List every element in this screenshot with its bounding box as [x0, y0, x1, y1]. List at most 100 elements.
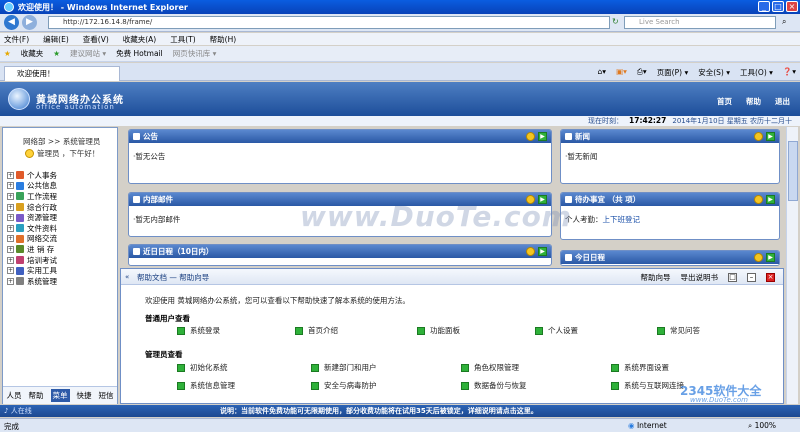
suggested-sites-link[interactable]: 建议网站 ▾: [70, 48, 106, 59]
expand-icon[interactable]: +: [7, 224, 14, 232]
close-window-button[interactable]: ×: [786, 1, 798, 12]
expand-icon[interactable]: +: [7, 171, 14, 179]
tab-shortcuts[interactable]: 快捷: [77, 390, 92, 401]
attendance-link[interactable]: 上下班登记: [603, 215, 641, 224]
tree-item[interactable]: + 进 销 存: [7, 244, 57, 255]
tree-item[interactable]: + 工作流程: [7, 191, 57, 202]
minimize-button[interactable]: _: [758, 1, 770, 12]
smile-icon: [25, 149, 34, 158]
tree-item[interactable]: + 网络交流: [7, 234, 57, 245]
hotmail-link[interactable]: 免费 Hotmail: [116, 48, 163, 59]
tools-menu[interactable]: 工具(O) ▾: [740, 67, 773, 78]
menu-favorites[interactable]: 收藏夹(A): [123, 34, 156, 45]
menu-help[interactable]: 帮助(H): [210, 34, 237, 45]
minimize-help-button[interactable]: –: [747, 273, 756, 282]
settings-icon[interactable]: [754, 195, 763, 204]
settings-icon[interactable]: [754, 253, 763, 262]
home-icon[interactable]: ⌂▾: [598, 67, 607, 78]
settings-icon[interactable]: [526, 132, 535, 141]
tree-item[interactable]: + 个人事务: [7, 170, 57, 181]
tree-item[interactable]: + 综合行政: [7, 202, 57, 213]
forward-button[interactable]: ▶: [22, 15, 37, 30]
expand-icon[interactable]: +: [7, 192, 14, 200]
expand-icon[interactable]: +: [7, 235, 14, 243]
clock: 现在时刻： 17:42:27 2014年1月10日 星期五 农历十二月十: [588, 116, 792, 126]
help-link[interactable]: 系统信息管理: [177, 380, 235, 391]
help-menu[interactable]: ❓▾: [783, 67, 796, 78]
nav-logout[interactable]: 退出: [775, 96, 790, 107]
expand-icon[interactable]: +: [7, 256, 14, 264]
tree-item[interactable]: + 公共信息: [7, 181, 57, 192]
print-icon[interactable]: ⎙▾: [637, 67, 647, 78]
expand-icon[interactable]: +: [7, 245, 14, 253]
address-input[interactable]: http://172.16.14.8/frame/: [48, 16, 610, 29]
help-link[interactable]: 个人设置: [535, 325, 578, 336]
collapse-icon[interactable]: «: [125, 273, 129, 281]
favorites-button[interactable]: 收藏夹: [21, 48, 44, 59]
app-logo-icon: [8, 88, 30, 110]
back-button[interactable]: ◀: [4, 15, 19, 30]
feeds-icon[interactable]: ▣▾: [616, 67, 627, 78]
browser-tab[interactable]: 欢迎使用！: [4, 66, 120, 81]
help-link-label: 系统登录: [190, 326, 220, 335]
expand-icon[interactable]: +: [7, 277, 14, 285]
help-link[interactable]: 初始化系统: [177, 362, 228, 373]
export-manual-button[interactable]: 导出说明书: [681, 272, 719, 283]
scroll-thumb[interactable]: [788, 141, 798, 201]
close-help-button[interactable]: ×: [766, 273, 775, 282]
help-link[interactable]: 新建部门和用户: [311, 362, 377, 373]
tree-item[interactable]: + 实用工具: [7, 265, 57, 276]
nav-help[interactable]: 帮助: [746, 96, 761, 107]
search-input[interactable]: Live Search: [624, 16, 776, 29]
help-link[interactable]: 数据备份与恢复: [461, 380, 527, 391]
nav-home[interactable]: 首页: [717, 96, 732, 107]
help-link[interactable]: 系统与互联网连接: [611, 380, 684, 391]
tree-item[interactable]: + 系统管理: [7, 276, 57, 287]
more-arrow-icon[interactable]: ▶: [766, 132, 775, 141]
help-link[interactable]: 安全与病毒防护: [311, 380, 377, 391]
safety-menu[interactable]: 安全(S) ▾: [698, 67, 730, 78]
tab-sms[interactable]: 短信: [99, 390, 114, 401]
online-count[interactable]: ♪ 人在线: [4, 405, 32, 417]
license-notice[interactable]: 说明：当前软件免费功能可无限期使用，部分收费功能将在试用35天后被锁定，详细说明…: [220, 405, 538, 417]
help-link-label: 个人设置: [548, 326, 578, 335]
tab-people[interactable]: 人员: [7, 390, 22, 401]
expand-icon[interactable]: +: [7, 203, 14, 211]
settings-icon[interactable]: [526, 247, 535, 256]
tab-menu[interactable]: 菜单: [50, 389, 70, 402]
refresh-icon[interactable]: ↻: [612, 17, 619, 26]
settings-icon[interactable]: [754, 132, 763, 141]
help-link[interactable]: 系统登录: [177, 325, 220, 336]
expand-icon[interactable]: +: [7, 182, 14, 190]
tree-item[interactable]: + 文件资料: [7, 223, 57, 234]
tree-item[interactable]: + 培训考试: [7, 255, 57, 266]
help-link[interactable]: 首页介绍: [295, 325, 338, 336]
zoom-level[interactable]: ⌕ 100%: [748, 421, 776, 431]
more-arrow-icon[interactable]: ▶: [766, 253, 775, 262]
help-link[interactable]: 常见问答: [657, 325, 700, 336]
clock-date: 2014年1月10日 星期五 农历十二月十: [672, 117, 792, 125]
help-link[interactable]: 功能面板: [417, 325, 460, 336]
more-arrow-icon[interactable]: ▶: [538, 247, 547, 256]
search-icon[interactable]: ⌕: [782, 17, 786, 27]
expand-icon[interactable]: +: [7, 267, 14, 275]
page-scrollbar[interactable]: [786, 127, 798, 404]
more-arrow-icon[interactable]: ▶: [766, 195, 775, 204]
menu-file[interactable]: 文件(F): [4, 34, 29, 45]
menu-edit[interactable]: 编辑(E): [43, 34, 69, 45]
maximize-button[interactable]: □: [772, 1, 784, 12]
help-link[interactable]: 系统界面设置: [611, 362, 669, 373]
help-link[interactable]: 角色权限管理: [461, 362, 519, 373]
page-menu[interactable]: 页面(P) ▾: [657, 67, 689, 78]
menu-tools[interactable]: 工具(T): [170, 34, 195, 45]
more-arrow-icon[interactable]: ▶: [538, 132, 547, 141]
menu-view[interactable]: 查看(V): [83, 34, 109, 45]
help-title: 帮助文档 — 帮助向导: [137, 273, 210, 282]
web-slice-link[interactable]: 网页快讯库 ▾: [173, 48, 217, 59]
window-icon[interactable]: □: [728, 273, 737, 282]
tab-help[interactable]: 帮助: [29, 390, 44, 401]
help-wizard-button[interactable]: 帮助向导: [641, 272, 671, 283]
tree-item[interactable]: + 资源管理: [7, 212, 57, 223]
add-favorite-icon[interactable]: ★: [53, 49, 60, 58]
expand-icon[interactable]: +: [7, 214, 14, 222]
